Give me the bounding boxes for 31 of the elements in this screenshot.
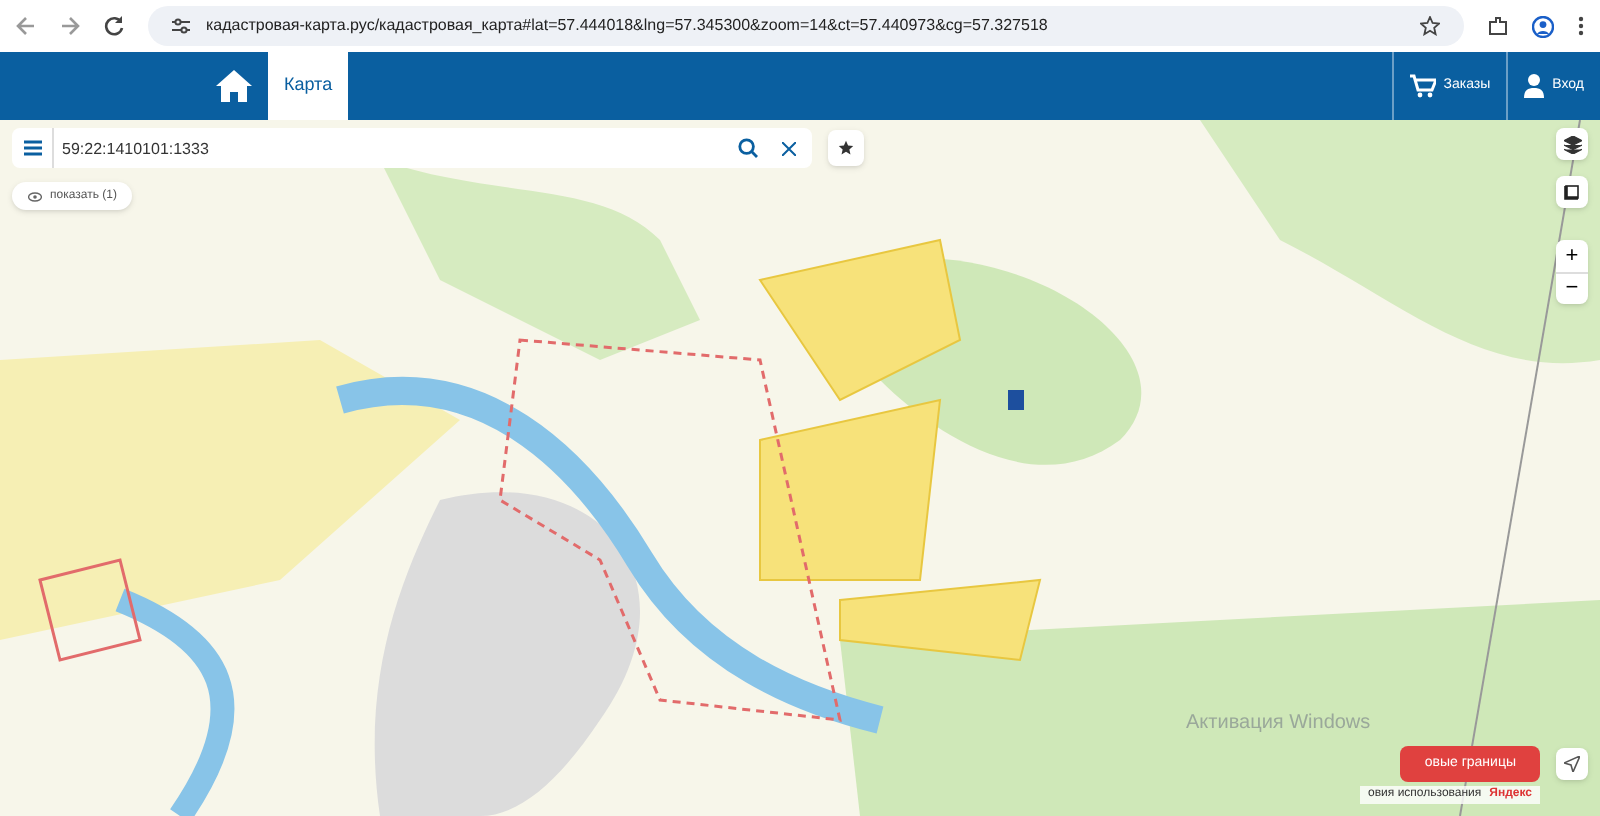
arrow-icon bbox=[1564, 756, 1580, 772]
forward-icon[interactable] bbox=[60, 16, 80, 36]
back-icon[interactable] bbox=[16, 16, 36, 36]
extensions-icon[interactable] bbox=[1488, 16, 1508, 36]
layers-button[interactable] bbox=[1556, 128, 1588, 160]
site-settings-icon bbox=[172, 18, 190, 34]
square-icon bbox=[1564, 184, 1580, 200]
cart-icon bbox=[1409, 74, 1436, 98]
zoom-in-button[interactable]: + bbox=[1556, 240, 1588, 272]
star-icon[interactable] bbox=[1420, 16, 1440, 36]
close-icon[interactable] bbox=[782, 141, 796, 155]
nav-tab[interactable]: Карта bbox=[268, 52, 349, 120]
address-bar[interactable]: кадастровая-карта.рус/кадастровая_карта#lat=57.444018&lng=57.345300&zoom=14&ct=57.440973&cg=57.327518 bbox=[148, 6, 1464, 46]
eye-icon bbox=[28, 191, 42, 201]
reload-icon[interactable] bbox=[104, 16, 124, 36]
layers-icon bbox=[1563, 135, 1581, 153]
windows-activation-text: Активация Windows bbox=[1186, 710, 1371, 738]
favorite-button[interactable] bbox=[828, 130, 864, 166]
draw-area-button[interactable] bbox=[1556, 176, 1588, 208]
search-icon[interactable] bbox=[738, 138, 758, 158]
star-icon bbox=[838, 140, 854, 156]
menu-icon[interactable] bbox=[1578, 16, 1584, 36]
geolocation-button[interactable] bbox=[1556, 748, 1588, 780]
zoom-out-button[interactable]: − bbox=[1556, 272, 1588, 304]
menu-icon bbox=[23, 140, 41, 156]
url-text: кадастровая-карта.рус/кадастровая_карта#lat=57.444018&lng=57.345300&zoom=14&ct=57.440973&cg=57.327518 bbox=[206, 14, 1050, 38]
user-icon bbox=[1524, 74, 1545, 98]
layers-menu-button[interactable] bbox=[12, 128, 52, 168]
profile-icon[interactable] bbox=[1532, 15, 1554, 37]
home-icon[interactable] bbox=[216, 70, 252, 102]
cadastral-number-field[interactable]: 59:22:1410101:1333 bbox=[52, 128, 730, 168]
